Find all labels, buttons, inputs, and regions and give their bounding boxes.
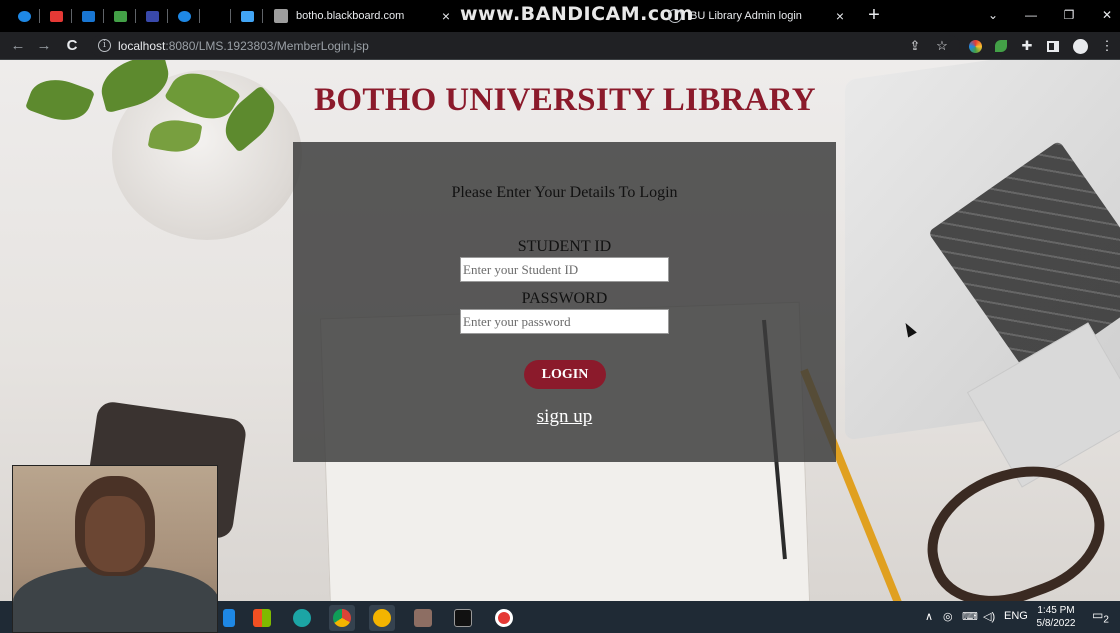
password-label: PASSWORD (521, 290, 608, 307)
bandicam-watermark: www.BANDICAM.com (460, 3, 694, 25)
webcam-person-hoodie (13, 566, 217, 632)
taskbar-mail-icon[interactable] (216, 605, 242, 631)
taskbar-terminal-icon[interactable] (450, 605, 476, 631)
tab-separator (103, 9, 104, 23)
browser-toolbar: ← → C i localhost:8080/LMS.1923803/Membe… (0, 32, 1120, 60)
tray-volume-icon[interactable]: ◁) (983, 610, 995, 623)
bookmark-star-icon[interactable]: ☆ (933, 37, 951, 55)
taskbar-edge-icon[interactable] (289, 605, 315, 631)
page-title: BOTHO UNIVERSITY LIBRARY (314, 82, 816, 118)
extension-color-icon[interactable] (966, 37, 984, 55)
browser-tabstrip: botho.blackboard.com × www.BANDICAM.com … (0, 0, 1120, 32)
student-id-label: STUDENT ID (517, 238, 612, 255)
tray-language[interactable]: ENG (1004, 610, 1028, 622)
signup-link[interactable]: sign up (293, 406, 836, 428)
pinned-tab-upload[interactable] (13, 6, 35, 26)
tab-close-icon[interactable]: × (438, 8, 454, 24)
address-url[interactable]: localhost:8080/LMS.1923803/MemberLogin.j… (118, 39, 369, 53)
taskbar-store-icon[interactable] (249, 605, 275, 631)
restore-button[interactable]: ❐ (1054, 5, 1084, 25)
side-panel-icon[interactable] (1044, 37, 1062, 55)
tab-search-icon[interactable]: ⌄ (978, 5, 1008, 25)
notification-count: 2 (1103, 614, 1109, 626)
tab-title: botho.blackboard.com (296, 10, 405, 22)
pinned-tab-download[interactable] (109, 6, 131, 26)
tab-separator (167, 9, 168, 23)
address-bar[interactable]: i localhost:8080/LMS.1923803/MemberLogin… (90, 35, 960, 57)
tray-ime-icon[interactable]: ⌨ (962, 610, 978, 623)
password-input[interactable] (460, 309, 669, 334)
clock-time: 1:45 PM (1037, 605, 1075, 616)
pinned-tab-link[interactable] (173, 6, 195, 26)
clock-date: 5/8/2022 (1036, 618, 1076, 629)
student-id-input[interactable] (460, 257, 669, 282)
blackboard-favicon-icon (274, 9, 288, 23)
tray-network-icon[interactable]: ◎ (943, 610, 953, 623)
taskbar-clock[interactable]: 1:45 PM 5/8/2022 (1030, 604, 1082, 630)
tab-bu-library-admin[interactable]: BU Library Admin login × (660, 0, 856, 32)
pinned-tab-editor[interactable] (141, 6, 163, 26)
tab-separator (262, 9, 263, 23)
tab-separator (71, 9, 72, 23)
share-icon[interactable]: ⇪ (906, 37, 924, 55)
tab-close-icon[interactable]: × (832, 8, 848, 24)
profile-avatar-icon[interactable] (1071, 37, 1089, 55)
extension-leaf-icon[interactable] (992, 37, 1010, 55)
tab-title: BU Library Admin login (690, 10, 802, 22)
tab-separator (135, 9, 136, 23)
taskbar-app-icon[interactable] (369, 605, 395, 631)
minimize-button[interactable]: — (1016, 5, 1046, 25)
extensions-puzzle-icon[interactable]: ✚ (1018, 37, 1036, 55)
forward-icon[interactable]: → (34, 36, 54, 56)
taskbar-bandicam-icon[interactable] (491, 605, 517, 631)
pinned-tab-mail[interactable] (77, 6, 99, 26)
tab-separator (230, 9, 231, 23)
taskbar-game-icon[interactable] (410, 605, 436, 631)
reload-icon[interactable]: C (62, 36, 82, 56)
pinned-tab-youtube[interactable] (45, 6, 67, 26)
back-icon[interactable]: ← (8, 36, 28, 56)
login-form: Please Enter Your Details To Login STUDE… (293, 142, 836, 462)
login-button[interactable]: LOGIN (524, 360, 606, 389)
browser-menu-icon[interactable]: ⋮ (1098, 37, 1116, 55)
webcam-overlay (12, 465, 218, 633)
new-tab-button[interactable]: + (864, 5, 884, 26)
tab-separator (199, 9, 200, 23)
notification-center-icon[interactable]: ▭2 (1092, 608, 1109, 625)
globe-favicon-icon (668, 9, 682, 23)
tab-blackboard[interactable]: botho.blackboard.com × (266, 0, 462, 32)
site-info-icon[interactable]: i (98, 39, 111, 52)
taskbar-chrome-icon[interactable] (329, 605, 355, 631)
tray-chevron-icon[interactable]: ∧ (925, 610, 933, 623)
tab-separator (39, 9, 40, 23)
webcam-person-face (85, 496, 145, 572)
login-prompt: Please Enter Your Details To Login (451, 184, 678, 201)
close-window-button[interactable]: ✕ (1092, 5, 1120, 25)
pinned-tab-bookmark[interactable] (236, 6, 258, 26)
